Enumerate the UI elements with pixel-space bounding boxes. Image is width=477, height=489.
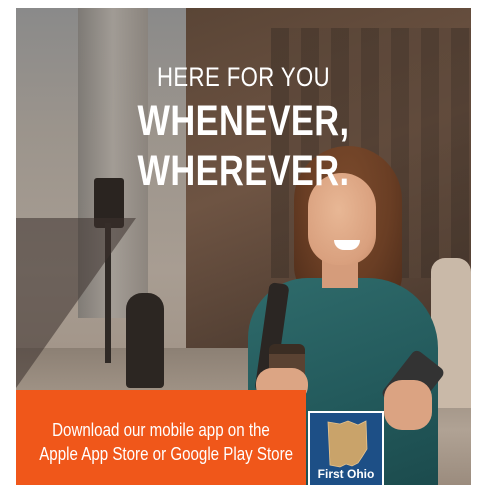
hand-holding-phone [384,380,432,430]
download-app-banner[interactable]: Download our mobile app on the Apple App… [16,390,306,485]
first-ohio-logo: First Ohio [308,411,384,485]
download-app-line-1: Download our mobile app on the [52,420,270,440]
ohio-state-icon [327,420,368,468]
headline-line-1: HERE FOR YOU [156,62,331,92]
advertisement-banner: HERE FOR YOU WHENEVER, WHEREVER. Downloa… [16,8,471,485]
download-app-line-2: Apple App Store or Google Play Store [39,444,294,464]
logo-text: First Ohio [317,467,375,481]
headline-line-2: WHENEVER, WHEREVER. [137,97,350,195]
download-app-text: Download our mobile app on the Apple App… [16,418,306,466]
diagonal-shade [16,218,136,388]
headline: HERE FOR YOU WHENEVER, WHEREVER. [16,60,471,196]
pedestrian [126,293,164,388]
